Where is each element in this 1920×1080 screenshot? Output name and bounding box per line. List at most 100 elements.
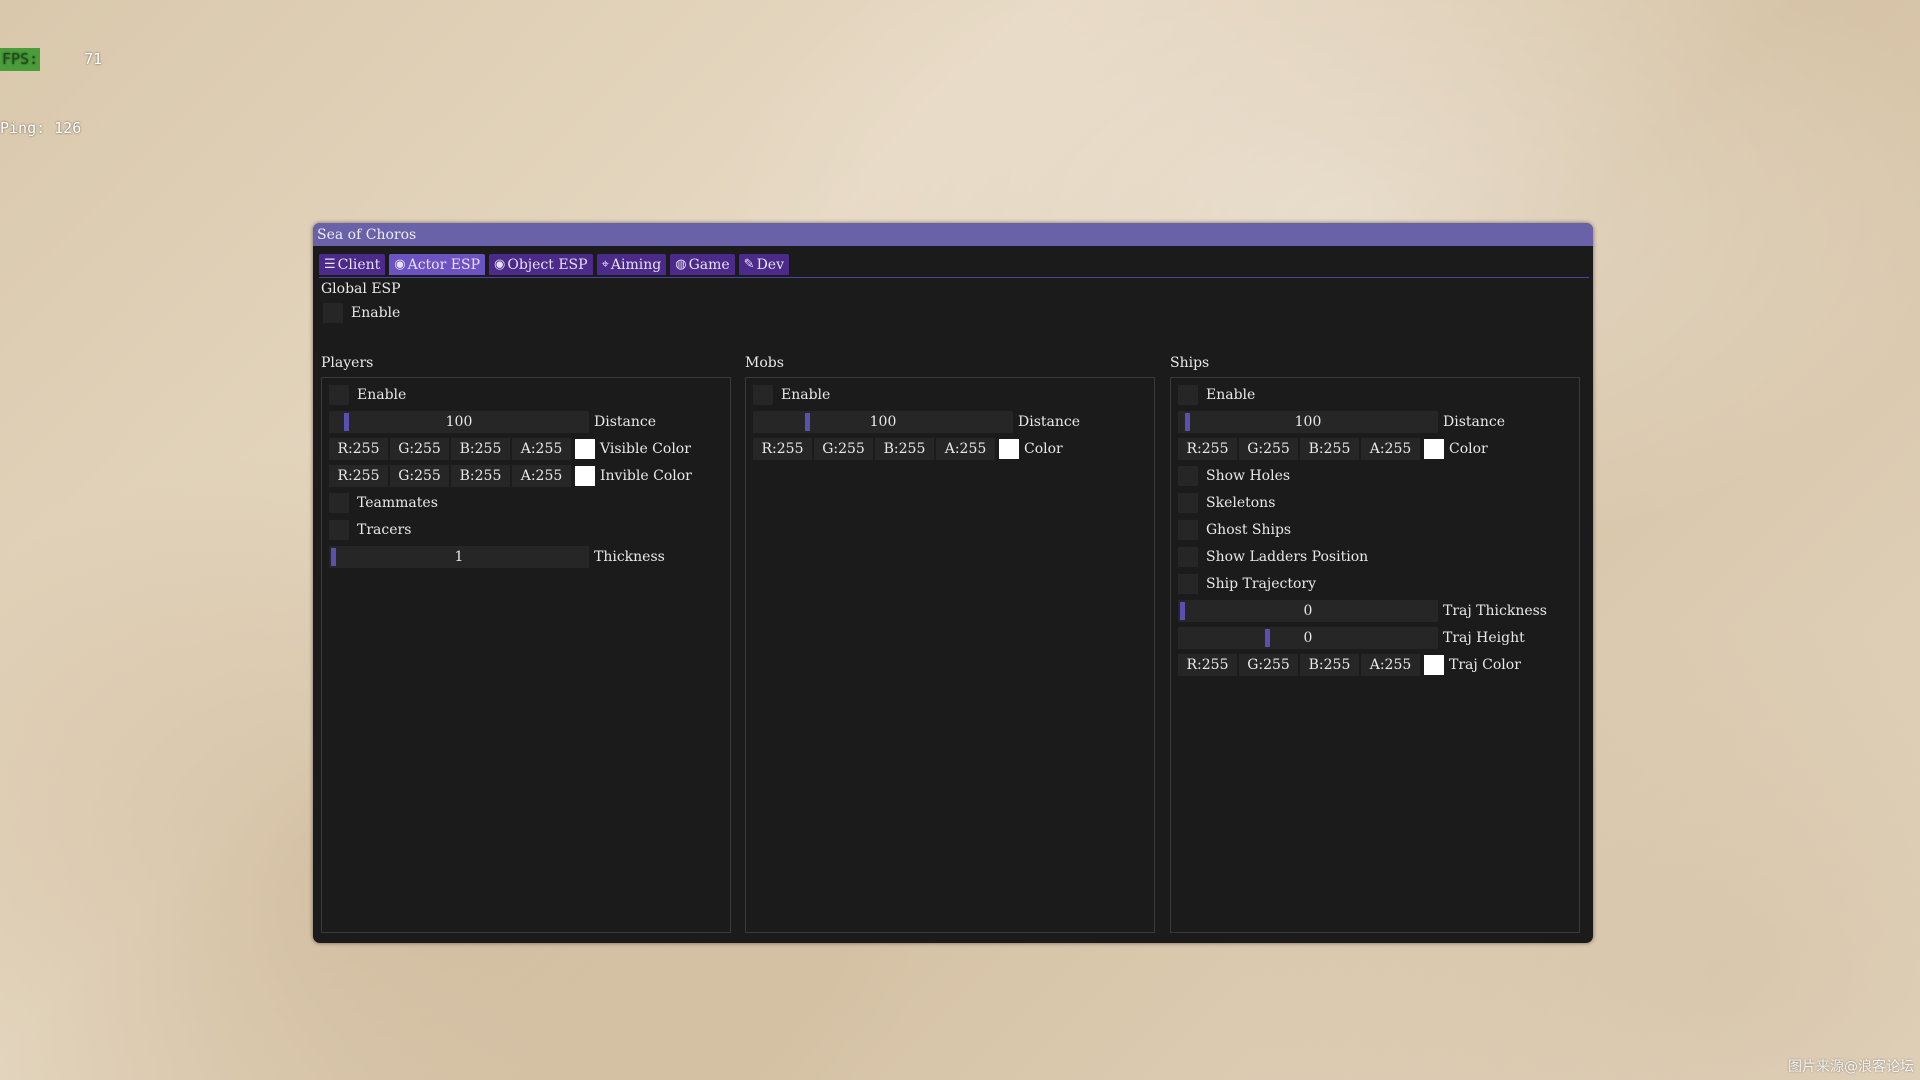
mobs-color-r[interactable]: R:255 <box>753 438 812 460</box>
traj-thickness-slider[interactable]: 0 <box>1178 600 1438 622</box>
invisible-color-label: Invible Color <box>600 468 692 484</box>
traj-color-swatch[interactable] <box>1424 655 1444 675</box>
fps-value: 71 <box>84 50 103 68</box>
global-enable-row: Enable <box>323 303 400 323</box>
ships-color-a[interactable]: A:255 <box>1361 438 1420 460</box>
invisible-color-swatch[interactable] <box>575 466 595 486</box>
visible-color-b[interactable]: B:255 <box>451 438 510 460</box>
tab-label: Game <box>688 256 730 273</box>
ghost-ships-checkbox[interactable] <box>1178 520 1198 540</box>
ships-enable-label: Enable <box>1206 387 1256 403</box>
global-enable-checkbox[interactable] <box>323 303 343 323</box>
players-enable-row: Enable <box>329 384 406 406</box>
slider-grab[interactable] <box>1185 413 1190 431</box>
traj-height-row: 0 Traj Height <box>1178 627 1525 649</box>
ship-trajectory-checkbox[interactable] <box>1178 574 1198 594</box>
watermark: 图片来源@浪客论坛 <box>1788 1059 1914 1075</box>
ships-enable-row: Enable <box>1178 384 1255 406</box>
performance-overlay: FPS: 71 Ping: 126 <box>0 2 102 163</box>
mobs-distance-slider[interactable]: 100 <box>753 411 1013 433</box>
ship-trajectory-label: Ship Trajectory <box>1206 576 1316 592</box>
slider-grab[interactable] <box>344 413 349 431</box>
tab-dev[interactable]: ✎ Dev <box>738 254 789 275</box>
traj-thickness-row: 0 Traj Thickness <box>1178 600 1547 622</box>
mobs-panel: Enable 100 Distance R:255 G:255 B:255 A:… <box>745 377 1155 933</box>
tab-actor-esp[interactable]: ◉ Actor ESP <box>389 254 485 275</box>
slider-value: 0 <box>1303 603 1313 619</box>
ship-trajectory-row: Ship Trajectory <box>1178 573 1316 595</box>
ships-color-g[interactable]: G:255 <box>1239 438 1298 460</box>
ships-color-r[interactable]: R:255 <box>1178 438 1237 460</box>
tab-client[interactable]: ☰ Client <box>319 254 386 275</box>
mobs-color-b[interactable]: B:255 <box>875 438 934 460</box>
traj-color-a[interactable]: A:255 <box>1361 654 1420 676</box>
mobs-enable-checkbox[interactable] <box>753 385 773 405</box>
traj-color-row: R:255 G:255 B:255 A:255 Traj Color <box>1178 654 1521 676</box>
ships-distance-label: Distance <box>1443 414 1506 430</box>
traj-thickness-label: Traj Thickness <box>1443 603 1547 619</box>
tab-label: Client <box>337 256 381 273</box>
eye-icon: ◉ <box>494 257 506 272</box>
invisible-color-g[interactable]: G:255 <box>390 465 449 487</box>
ships-enable-checkbox[interactable] <box>1178 385 1198 405</box>
players-thickness-slider[interactable]: 1 <box>329 546 589 568</box>
mobs-distance-label: Distance <box>1018 414 1081 430</box>
slider-grab[interactable] <box>331 548 336 566</box>
fps-label: FPS: <box>0 48 41 71</box>
players-distance-label: Distance <box>594 414 657 430</box>
visible-color-swatch[interactable] <box>575 439 595 459</box>
tracers-label: Tracers <box>357 522 412 538</box>
visible-color-g[interactable]: G:255 <box>390 438 449 460</box>
show-ladders-label: Show Ladders Position <box>1206 549 1369 565</box>
slider-grab[interactable] <box>805 413 810 431</box>
players-panel: Enable 100 Distance R:255 G:255 B:255 A:… <box>321 377 731 933</box>
visible-color-a[interactable]: A:255 <box>512 438 571 460</box>
skeletons-label: Skeletons <box>1206 495 1276 511</box>
players-heading: Players <box>321 355 374 371</box>
globe-icon: ◍ <box>675 257 687 272</box>
traj-height-slider[interactable]: 0 <box>1178 627 1438 649</box>
invisible-color-r[interactable]: R:255 <box>329 465 388 487</box>
tab-bar: ☰ Client ◉ Actor ESP ◉ Object ESP ⌖ Aimi… <box>319 254 1589 278</box>
players-distance-slider[interactable]: 100 <box>329 411 589 433</box>
eye-icon: ◉ <box>394 257 406 272</box>
ghost-ships-row: Ghost Ships <box>1178 519 1291 541</box>
traj-color-g[interactable]: G:255 <box>1239 654 1298 676</box>
visible-color-r[interactable]: R:255 <box>329 438 388 460</box>
ships-color-b[interactable]: B:255 <box>1300 438 1359 460</box>
invisible-color-b[interactable]: B:255 <box>451 465 510 487</box>
mobs-color-label: Color <box>1024 441 1063 457</box>
show-holes-checkbox[interactable] <box>1178 466 1198 486</box>
mobs-color-swatch[interactable] <box>999 439 1019 459</box>
traj-color-r[interactable]: R:255 <box>1178 654 1237 676</box>
skeletons-checkbox[interactable] <box>1178 493 1198 513</box>
ships-panel: Enable 100 Distance R:255 G:255 B:255 A:… <box>1170 377 1580 933</box>
esp-window: Sea of Choros ☰ Client ◉ Actor ESP ◉ Obj… <box>313 223 1593 943</box>
ships-distance-slider[interactable]: 100 <box>1178 411 1438 433</box>
show-ladders-checkbox[interactable] <box>1178 547 1198 567</box>
slider-value: 100 <box>869 414 897 430</box>
window-titlebar[interactable]: Sea of Choros <box>313 223 1593 246</box>
tab-object-esp[interactable]: ◉ Object ESP <box>489 254 593 275</box>
players-tracers-row: Tracers <box>329 519 411 541</box>
slider-value: 100 <box>445 414 473 430</box>
players-teammates-row: Teammates <box>329 492 438 514</box>
teammates-label: Teammates <box>357 495 438 511</box>
tab-aiming[interactable]: ⌖ Aiming <box>596 254 667 275</box>
teammates-checkbox[interactable] <box>329 493 349 513</box>
invisible-color-a[interactable]: A:255 <box>512 465 571 487</box>
tab-game[interactable]: ◍ Game <box>670 254 735 275</box>
slider-grab[interactable] <box>1180 602 1185 620</box>
mobs-color-g[interactable]: G:255 <box>814 438 873 460</box>
tab-label: Dev <box>756 256 784 273</box>
tracers-checkbox[interactable] <box>329 520 349 540</box>
mobs-color-a[interactable]: A:255 <box>936 438 995 460</box>
skeletons-row: Skeletons <box>1178 492 1275 514</box>
sliders-icon: ☰ <box>324 257 336 272</box>
ships-color-swatch[interactable] <box>1424 439 1444 459</box>
players-enable-checkbox[interactable] <box>329 385 349 405</box>
traj-color-b[interactable]: B:255 <box>1300 654 1359 676</box>
slider-grab[interactable] <box>1265 629 1270 647</box>
show-ladders-row: Show Ladders Position <box>1178 546 1368 568</box>
ships-distance-row: 100 Distance <box>1178 411 1505 433</box>
